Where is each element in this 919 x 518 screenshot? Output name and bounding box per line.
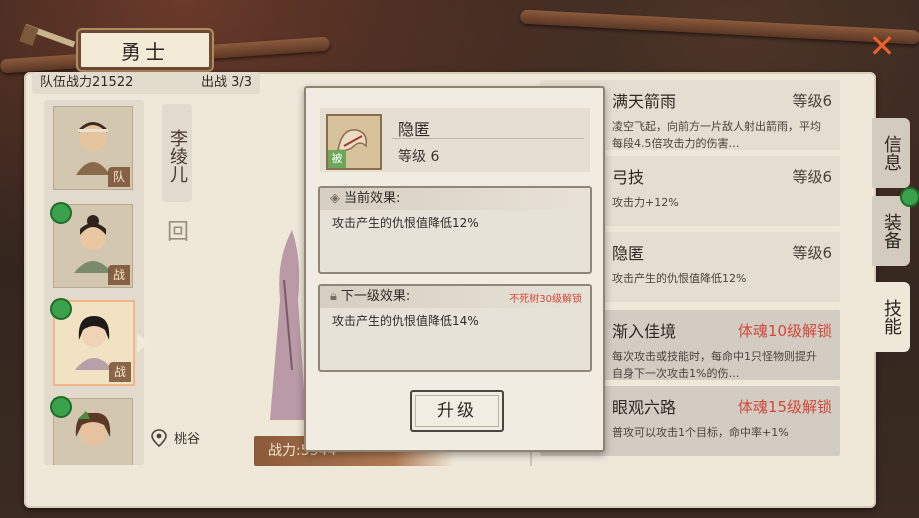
next-effect-label: 下一级效果:	[340, 289, 411, 304]
hero-card[interactable]: 队	[53, 106, 133, 190]
skill-lock-requirement: 体魂10级解锁	[737, 322, 832, 340]
skill-level: 等级6	[792, 92, 832, 110]
tab-skills[interactable]: 技能	[872, 282, 910, 352]
current-effect-heading: ◈ 当前效果:	[320, 188, 590, 210]
hero-figure	[270, 230, 306, 420]
hero-name: 李绫儿	[162, 104, 192, 202]
hero-portrait	[76, 122, 110, 175]
popup-skill-name: 隐匿	[398, 120, 431, 139]
skill-lock-requirement: 体魂15级解锁	[737, 398, 832, 416]
skill-desc: 普攻可以攻击1个目标，命中率+1%	[612, 426, 789, 439]
selection-arrow	[137, 333, 149, 353]
upgrade-button[interactable]: 升级	[410, 390, 504, 432]
deploy-count: 出战 3/3	[200, 75, 252, 90]
skill-desc: 凌空飞起，向前方一片敌人射出箭雨，平均每段4.5倍攻击力的伤害…	[612, 120, 821, 150]
team-info-bar: 队伍战力21522 出战 3/3	[32, 72, 260, 94]
skill-name: 眼观六路	[612, 398, 677, 417]
ready-indicator	[50, 396, 72, 418]
passive-tag: 被	[328, 150, 346, 168]
diamond-icon: ◈	[330, 191, 340, 206]
hero-portrait	[74, 215, 112, 273]
lock-icon: 🔒︎	[330, 289, 337, 304]
close-button[interactable]: ✕	[866, 30, 898, 62]
skill-name: 满天箭雨	[612, 92, 677, 111]
skill-header: 被 隐匿 等级 6	[320, 108, 590, 172]
skill-level: 等级6	[792, 168, 832, 186]
popup-skill-level: 等级 6	[398, 149, 440, 165]
skill-desc: 攻击力+12%	[612, 196, 679, 209]
hero-location: 桃谷	[150, 428, 200, 447]
skill-name: 隐匿	[612, 244, 645, 263]
skill-name: 渐入佳境	[612, 322, 677, 341]
hero-badge: 战	[108, 265, 130, 285]
next-effect-box: 🔒︎ 下一级效果: 不死树30级解锁 攻击产生的仇恨值降低14%	[318, 284, 592, 372]
hero-portrait	[75, 411, 111, 446]
hero-badge: 战	[109, 362, 131, 382]
tab-equipment[interactable]: 装备	[872, 196, 910, 266]
skill-level: 等级6	[792, 244, 832, 262]
hero-badge: 队	[108, 167, 130, 187]
next-effect-text: 攻击产生的仇恨值降低14%	[332, 314, 479, 328]
current-effect-box: ◈ 当前效果: 攻击产生的仇恨值降低12%	[318, 186, 592, 274]
next-effect-requirement: 不死树30级解锁	[509, 294, 582, 305]
current-effect-label: 当前效果:	[344, 191, 401, 206]
team-power-label: 队伍战力	[40, 75, 93, 90]
ready-indicator	[50, 298, 72, 320]
tab-info[interactable]: 信息	[872, 118, 910, 188]
team-power-value: 21522	[92, 75, 134, 90]
location-pin-icon	[151, 428, 167, 447]
ready-indicator	[50, 202, 72, 224]
skill-desc: 攻击产生的仇恨值降低12%	[612, 272, 747, 285]
seal-icon: 回	[167, 220, 190, 245]
skill-desc: 每次攻击或技能时，每命中1只怪物则提升自身下一次攻击1%的伤…	[612, 350, 817, 380]
page-title: 勇士	[78, 30, 212, 70]
divider	[392, 138, 584, 139]
current-effect-text: 攻击产生的仇恨值降低12%	[332, 216, 479, 230]
skill-detail-popup: 被 隐匿 等级 6 ◈ 当前效果: 攻击产生的仇恨值降低12% 🔒︎ 下一级效果: …	[304, 86, 605, 452]
notification-dot	[900, 187, 919, 207]
location-name: 桃谷	[174, 432, 201, 447]
skill-name: 弓技	[612, 168, 645, 187]
hero-portrait	[75, 316, 113, 370]
skill-icon: 被	[326, 114, 382, 170]
